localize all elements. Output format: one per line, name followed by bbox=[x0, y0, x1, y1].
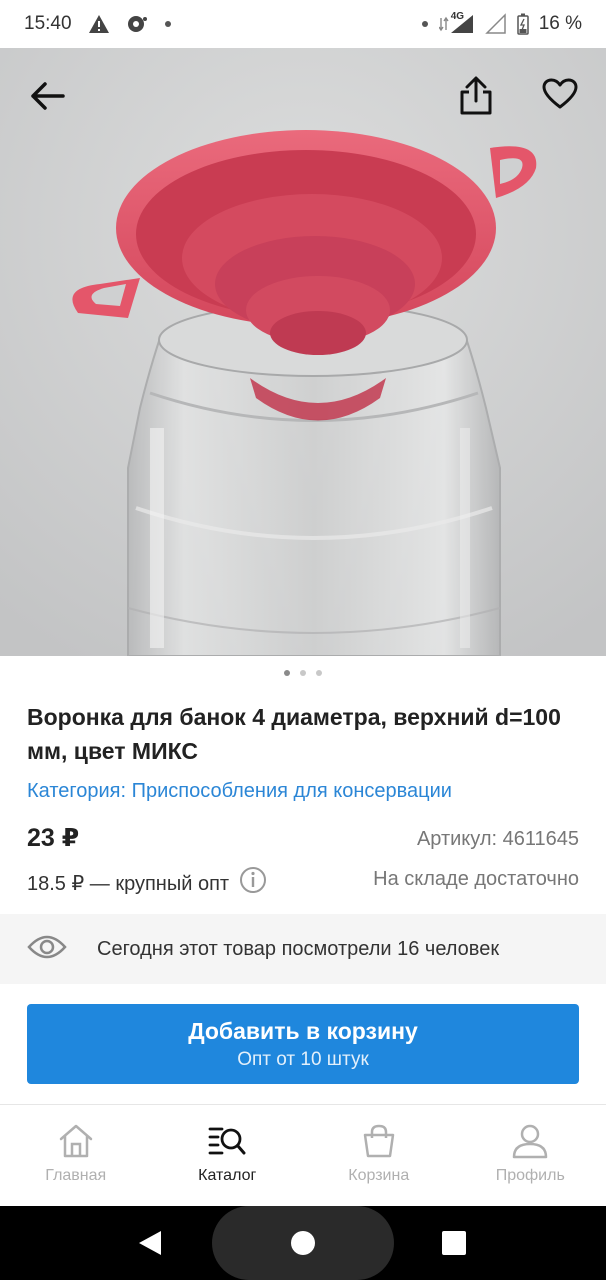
nav-recents-button[interactable] bbox=[434, 1223, 474, 1263]
pagination-dot[interactable] bbox=[316, 670, 322, 676]
add-to-cart-sublabel: Опт от 10 штук bbox=[237, 1048, 369, 1070]
tab-label: Корзина bbox=[348, 1167, 410, 1184]
stock-status: На складе достаточно bbox=[373, 868, 579, 890]
share-icon bbox=[460, 76, 492, 115]
battery-icon bbox=[516, 13, 529, 35]
views-text: Сегодня этот товар посмотрели 16 человек bbox=[97, 937, 500, 960]
dot-icon bbox=[164, 20, 172, 28]
dot-icon bbox=[421, 20, 429, 28]
product-price: 23 ₽ bbox=[27, 824, 80, 852]
warning-icon bbox=[88, 14, 110, 34]
tab-label: Главная bbox=[45, 1167, 107, 1184]
bottom-tab-bar: Главная Каталог Корзина Профиль bbox=[0, 1104, 606, 1206]
circle-home-icon bbox=[291, 1231, 315, 1255]
system-navigation-bar bbox=[0, 1206, 606, 1280]
tab-profile[interactable]: Профиль bbox=[455, 1105, 606, 1206]
triangle-back-icon bbox=[139, 1231, 161, 1255]
status-time: 15:40 bbox=[24, 13, 72, 34]
square-recents-icon bbox=[442, 1231, 466, 1255]
signal-4g-icon: 4G bbox=[438, 11, 475, 35]
status-bar: 15:40 4G 16 % bbox=[0, 0, 606, 48]
tab-label: Профиль bbox=[495, 1167, 565, 1184]
add-to-cart-label: Добавить в корзину bbox=[188, 1017, 418, 1044]
share-button[interactable] bbox=[452, 72, 500, 120]
catalog-search-icon bbox=[208, 1127, 246, 1155]
category-link[interactable]: Категория: Приспособления для консерваци… bbox=[27, 780, 452, 803]
home-icon bbox=[59, 1124, 92, 1158]
back-button[interactable] bbox=[23, 72, 71, 120]
heart-icon bbox=[542, 78, 578, 109]
info-icon[interactable] bbox=[239, 866, 267, 900]
tab-label: Каталог bbox=[198, 1167, 257, 1184]
wholesale-price-row: 18.5 ₽ — крупный опт bbox=[27, 866, 267, 900]
pagination-dot[interactable] bbox=[284, 670, 290, 676]
eye-icon bbox=[27, 933, 67, 966]
image-pagination bbox=[0, 670, 606, 676]
tab-cart[interactable]: Корзина bbox=[303, 1105, 455, 1206]
notification-app-icon bbox=[126, 14, 148, 34]
nav-home-button[interactable] bbox=[283, 1223, 323, 1263]
battery-level: 16 % bbox=[538, 13, 582, 34]
add-to-cart-button[interactable]: Добавить в корзину Опт от 10 штук bbox=[27, 1004, 579, 1084]
product-sku: Артикул: 4611645 bbox=[416, 828, 579, 850]
nav-back-button[interactable] bbox=[130, 1223, 170, 1263]
cart-bag-icon bbox=[363, 1124, 394, 1158]
pagination-dot[interactable] bbox=[300, 670, 306, 676]
tab-home[interactable]: Главная bbox=[0, 1105, 152, 1206]
favorite-button[interactable] bbox=[536, 70, 584, 118]
product-image[interactable] bbox=[0, 48, 606, 656]
product-photo bbox=[0, 48, 606, 656]
wholesale-price: 18.5 ₽ — крупный опт bbox=[27, 872, 230, 895]
arrow-left-icon bbox=[31, 82, 65, 110]
product-title: Воронка для банок 4 диаметра, верхний d=… bbox=[27, 704, 561, 764]
tab-catalog[interactable]: Каталог bbox=[152, 1105, 304, 1206]
profile-icon bbox=[513, 1124, 548, 1159]
network-type: 4G bbox=[450, 11, 465, 22]
views-banner: Сегодня этот товар посмотрели 16 человек bbox=[0, 914, 606, 984]
signal-empty-icon bbox=[484, 13, 507, 35]
